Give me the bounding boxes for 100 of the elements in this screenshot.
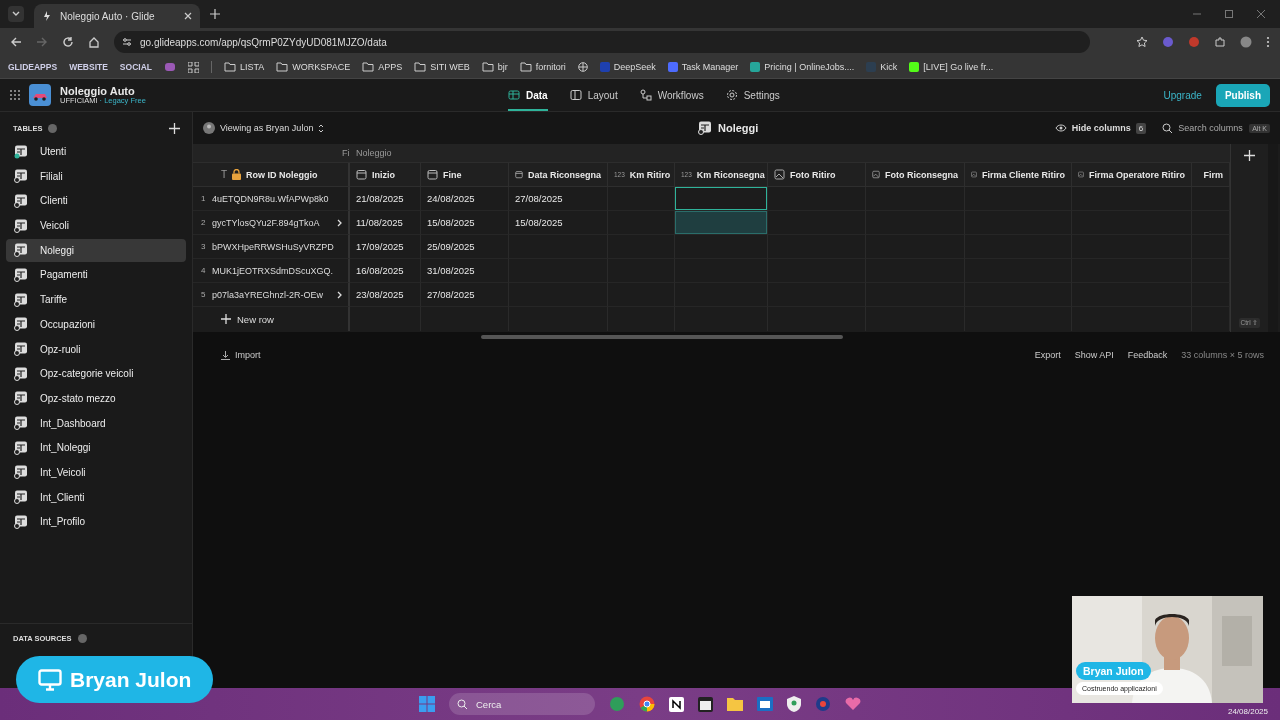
chrome-icon[interactable] (639, 696, 655, 712)
calendar-icon[interactable] (698, 696, 713, 712)
table-cell[interactable]: 24/08/2025 (421, 187, 509, 211)
row-id-cell[interactable]: 4 MUK1jEOTRXSdmDScuXGQ. (193, 259, 350, 283)
bookmark[interactable]: SOCIAL (119, 62, 152, 72)
bookmark-folder[interactable]: APPS (362, 62, 403, 72)
nav-tab[interactable]: Data (508, 79, 548, 111)
table-cell[interactable] (675, 187, 768, 211)
chevron-icon[interactable] (337, 218, 342, 227)
sidebar-item[interactable]: Utenti (6, 140, 186, 163)
sidebar-item[interactable]: Clienti (6, 189, 186, 213)
bookmark-folder[interactable]: fornitori (519, 62, 566, 72)
table-cell[interactable] (675, 211, 768, 235)
extension-icon[interactable] (1162, 36, 1174, 48)
sidebar-item[interactable]: Int_Noleggi (6, 436, 186, 460)
extension-icon[interactable] (164, 62, 176, 72)
column-header[interactable]: Fine (421, 163, 509, 187)
bookmark-folder[interactable]: LISTA (224, 62, 265, 72)
table-cell[interactable]: 15/08/2025 (509, 211, 608, 235)
app-icon[interactable] (845, 697, 861, 711)
tab-list-icon[interactable] (8, 6, 24, 22)
close-icon[interactable] (184, 12, 192, 20)
sidebar-item[interactable]: Opz-categorie veicoli (6, 362, 186, 386)
footer-link[interactable]: Export (1034, 350, 1061, 360)
column-header[interactable]: Foto Ritiro (768, 163, 866, 187)
app-icon[interactable] (815, 696, 831, 712)
browser-tab[interactable]: Noleggio Auto · Glide (34, 4, 200, 28)
table-cell[interactable]: 15/08/2025 (421, 211, 509, 235)
bookmark-folder[interactable]: SITI WEB (414, 62, 470, 72)
forward-icon[interactable] (36, 36, 48, 48)
row-id-cell[interactable]: 5 p07la3aYREGhnzl-2R-OEw (193, 283, 350, 307)
footer-link[interactable]: Feedback (1127, 350, 1168, 360)
bookmark[interactable]: GLIDEAPPS (8, 62, 58, 72)
puzzle-icon[interactable] (1214, 36, 1226, 48)
app-icon[interactable] (609, 696, 625, 712)
back-icon[interactable] (10, 36, 22, 48)
window-icon[interactable] (757, 697, 773, 711)
avatar-icon[interactable] (1240, 36, 1252, 48)
table-cell[interactable]: 16/08/2025 (350, 259, 421, 283)
table-cell[interactable]: 27/08/2025 (509, 187, 608, 211)
chevron-icon[interactable] (337, 290, 342, 299)
table-cell[interactable] (675, 235, 768, 259)
bookmark[interactable]: Kick (866, 62, 898, 72)
upgrade-link[interactable]: Upgrade (1163, 89, 1202, 101)
shield-icon[interactable] (787, 696, 801, 712)
start-icon[interactable] (419, 696, 435, 712)
table-cell[interactable]: 27/08/2025 (421, 283, 509, 307)
row-id-cell[interactable]: 2 gycTYlosQYu2F.894gTkoA (193, 211, 350, 235)
add-icon[interactable] (169, 122, 180, 134)
sidebar-item[interactable]: Occupazioni (6, 312, 186, 336)
taskbar-search[interactable]: Cerca (449, 693, 595, 715)
nav-tab[interactable]: Settings (725, 79, 780, 111)
extension-icon[interactable] (1188, 36, 1200, 48)
address-field[interactable]: go.glideapps.com/app/qsQrmP0ZYdyUD081MJZO/data (114, 31, 1090, 53)
app-grid-icon[interactable] (10, 90, 20, 100)
bookmark[interactable]: Task Manager (667, 62, 739, 72)
close-icon[interactable] (1256, 9, 1266, 19)
column-header[interactable]: Firma Operatore Ritiro (1072, 163, 1192, 187)
bookmark-folder[interactable]: WORKSPACE (276, 62, 351, 72)
table-cell[interactable] (768, 235, 866, 259)
column-header[interactable]: Data Riconsegna (509, 163, 608, 187)
home-icon[interactable] (88, 36, 100, 48)
site-info-icon[interactable] (122, 37, 132, 47)
footer-link[interactable]: Show API (1074, 350, 1114, 360)
sidebar-item[interactable]: Pagamenti (6, 263, 186, 287)
bookmark[interactable]: [LIVE] Go live fr... (909, 62, 994, 72)
table-cell[interactable] (608, 187, 675, 211)
row-id-cell[interactable]: 1 4uETQDN9R8u.WfAPWp8k0 (193, 187, 350, 211)
column-header[interactable]: Foto Riconsegna (866, 163, 965, 187)
folder-icon[interactable] (727, 697, 743, 711)
bookmark[interactable]: DeepSeek (599, 62, 656, 72)
notion-icon[interactable] (669, 696, 684, 712)
sidebar-item[interactable]: Veicoli (6, 214, 186, 238)
sidebar-item[interactable]: Tariffe (6, 288, 186, 312)
sidebar-item[interactable]: Filiali (6, 164, 186, 188)
sidebar-item[interactable]: Int_Clienti (6, 485, 186, 509)
sidebar-item[interactable]: Int_Veicoli (6, 460, 186, 484)
sidebar-item[interactable]: Noleggi (6, 238, 186, 262)
column-header[interactable]: T Row ID Noleggio (193, 163, 350, 187)
table-cell[interactable] (768, 187, 866, 211)
sidebar-item[interactable]: Opz-ruoli (6, 337, 186, 361)
bookmark[interactable]: Pricing | OnlineJobs.... (750, 62, 855, 72)
bookmark-folder[interactable]: bjr (481, 62, 508, 72)
viewing-as-selector[interactable]: Viewing as Bryan Julon (203, 122, 325, 134)
column-header[interactable]: Firma Cliente Ritiro (965, 163, 1072, 187)
add-column-icon[interactable] (1244, 150, 1255, 161)
restore-icon[interactable] (1224, 9, 1234, 19)
new-tab-icon[interactable] (210, 9, 220, 19)
column-header[interactable]: Inizio (350, 163, 421, 187)
sidebar-item[interactable]: Int_Profilo (6, 510, 186, 534)
more-icon[interactable] (1266, 36, 1270, 48)
nav-tab[interactable]: Layout (569, 79, 618, 111)
table-cell[interactable]: 25/09/2025 (421, 235, 509, 259)
table-cell[interactable]: 17/09/2025 (350, 235, 421, 259)
table-cell[interactable]: 23/08/2025 (350, 283, 421, 307)
reload-icon[interactable] (62, 36, 74, 48)
globe-icon[interactable] (577, 62, 588, 72)
star-icon[interactable] (1136, 36, 1148, 48)
nav-tab[interactable]: Workflows (639, 79, 704, 111)
table-cell[interactable] (768, 211, 866, 235)
